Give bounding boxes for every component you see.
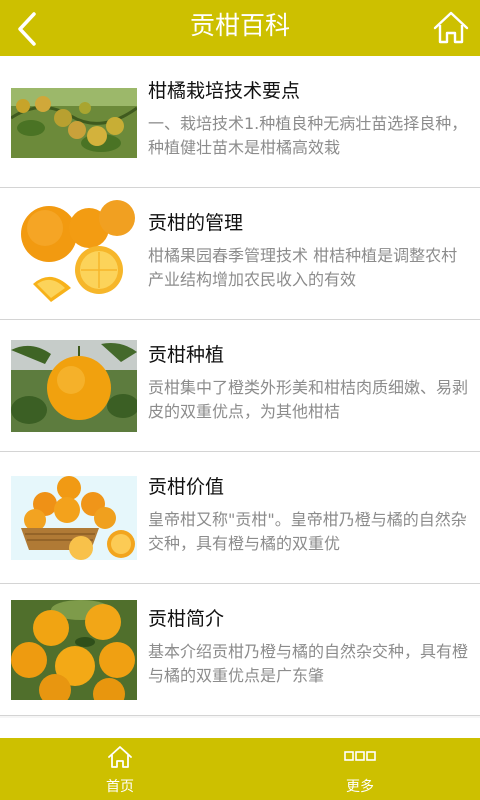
article-title: 贡柑种植 <box>148 344 225 366</box>
home-button[interactable] <box>432 9 470 47</box>
list-item[interactable]: 贡柑的管理 柑橘果园春季管理技术 柑桔种植是调整农村产业结构增加农民收入的有效 <box>0 188 480 320</box>
article-thumbnail <box>11 88 137 158</box>
article-summary: 贡柑集中了橙类外形美和柑桔肉质细嫩、易剥皮的双重优点，为其他柑桔 <box>148 378 468 421</box>
tab-home[interactable]: 首页 <box>60 738 180 800</box>
home-icon <box>108 746 132 768</box>
list-item[interactable]: 贡柑种植 贡柑集中了橙类外形美和柑桔肉质细嫩、易剥皮的双重优点，为其他柑桔 <box>0 320 480 452</box>
page-title: 贡柑百科 <box>189 11 290 40</box>
home-icon <box>433 11 469 44</box>
article-summary: 柑橘果园春季管理技术 柑桔种植是调整农村产业结构增加农民收入的有效 <box>148 246 458 289</box>
article-title: 柑橘栽培技术要点 <box>148 80 301 102</box>
list-item[interactable]: 贡柑价值 皇帝柑又称"贡柑"。皇帝柑乃橙与橘的自然杂交种，具有橙与橘的双重优 <box>0 452 480 584</box>
tab-more-label: 更多 <box>346 779 374 795</box>
article-thumbnail <box>11 600 137 700</box>
article-list[interactable]: 柑橘栽培技术要点 一、栽培技术1.种植良种无病壮苗选择良种，种植健壮苗木是柑橘高… <box>0 56 480 718</box>
article-title: 贡柑简介 <box>148 608 225 630</box>
article-summary: 基本介绍贡柑乃橙与橘的自然杂交种，具有橙与橘的双重优点是广东肇 <box>148 642 468 685</box>
article-thumbnail <box>11 476 137 560</box>
more-dots-icon <box>344 751 376 761</box>
list-item[interactable]: 贡柑简介 基本介绍贡柑乃橙与橘的自然杂交种，具有橙与橘的双重优点是广东肇 <box>0 584 480 716</box>
article-thumbnail <box>11 340 137 432</box>
list-item[interactable]: 柑橘栽培技术要点 一、栽培技术1.种植良种无病壮苗选择良种，种植健壮苗木是柑橘高… <box>0 56 480 188</box>
tab-home-label: 首页 <box>106 779 134 795</box>
article-summary: 皇帝柑又称"贡柑"。皇帝柑乃橙与橘的自然杂交种，具有橙与橘的双重优 <box>148 510 467 553</box>
tab-more[interactable]: 更多 <box>300 738 420 800</box>
article-summary: 一、栽培技术1.种植良种无病壮苗选择良种，种植健壮苗木是柑橘高效栽 <box>148 114 468 157</box>
top-bar: 贡柑百科 <box>0 0 480 56</box>
article-title: 贡柑的管理 <box>148 212 244 234</box>
bottom-tab-bar: 首页 更多 <box>0 738 480 800</box>
article-title: 贡柑价值 <box>148 476 225 498</box>
article-thumbnail <box>11 192 137 312</box>
